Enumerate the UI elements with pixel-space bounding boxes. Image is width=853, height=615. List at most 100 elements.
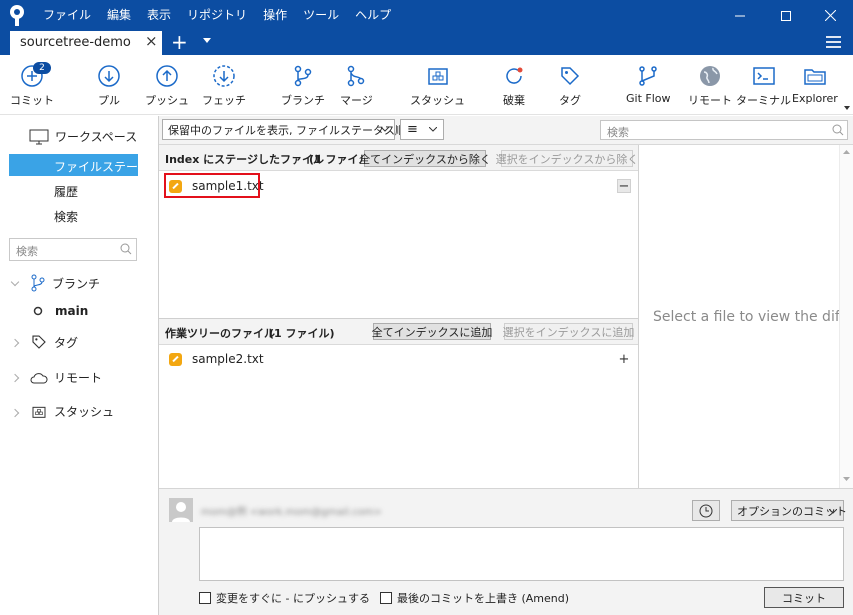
stage-selected-button[interactable]: 選択をインデックスに追加	[503, 323, 634, 340]
sidebar-search-input[interactable]: 検索	[9, 238, 137, 261]
tab-close-icon[interactable]: ×	[145, 32, 158, 50]
cloud-icon	[30, 372, 48, 383]
sidebar-tags[interactable]: タグ	[30, 333, 78, 351]
push-now-checkbox[interactable]: 変更をすぐに - にプッシュする	[199, 590, 370, 606]
stash-icon	[427, 68, 448, 85]
menu-edit[interactable]: 編集	[99, 0, 139, 31]
checkbox-icon	[199, 592, 211, 604]
tab-dropdown-icon[interactable]	[203, 38, 211, 43]
commit-submit-button[interactable]: コミット	[764, 587, 844, 608]
commit-count-badge: 2	[33, 62, 51, 74]
user-icon	[172, 502, 190, 522]
toolbar: コミット プル プッシュ フェッチ ブランチ マージ スタッシュ 破棄 タグ G…	[0, 55, 853, 115]
gitflow-icon	[639, 66, 657, 86]
commit-author: mom@例 <work.mom@gmail.com>	[201, 507, 382, 518]
sidebar-branches[interactable]: ブランチ	[30, 274, 100, 292]
sidebar-workspace: ワークスペース	[29, 128, 137, 145]
menu-tools[interactable]: ツール	[295, 0, 347, 31]
fetch-button[interactable]: フェッチ	[202, 64, 246, 108]
chevron-down-icon	[829, 509, 837, 514]
file-search-input[interactable]: 検索	[600, 120, 848, 140]
file-filter-dropdown[interactable]: 保留中のファイルを表示, ファイルステータス順	[162, 119, 406, 140]
stash-icon	[32, 406, 46, 418]
sidebar-item-file-status[interactable]: ファイルステータス	[54, 158, 162, 175]
close-window-button[interactable]	[807, 0, 853, 31]
annotation-highlight-box	[164, 173, 260, 198]
minimize-icon	[735, 15, 745, 16]
scroll-down-icon[interactable]	[843, 477, 850, 482]
new-tab-button[interactable]: +	[171, 30, 188, 54]
pull-button[interactable]: プル	[97, 64, 121, 108]
sidebar	[0, 116, 158, 615]
sidebar-stashes[interactable]: スタッシュ	[30, 403, 114, 420]
stage-file-button[interactable]: +	[617, 352, 631, 366]
chevron-down-icon	[429, 127, 437, 132]
list-view-dropdown[interactable]: ≡	[400, 119, 444, 140]
search-icon	[120, 243, 132, 255]
chevron-down-icon	[381, 127, 389, 132]
amend-checkbox[interactable]: 最後のコミットを上書き (Amend)	[380, 590, 569, 606]
scroll-up-icon[interactable]	[843, 149, 850, 154]
merge-button[interactable]: マージ	[340, 64, 373, 108]
list-icon: ≡	[407, 122, 418, 137]
history-button[interactable]	[692, 500, 720, 521]
diff-placeholder: Select a file to view the diff	[653, 309, 845, 325]
commit-message-input[interactable]	[199, 527, 844, 581]
unstage-selected-button[interactable]: 選択をインデックスから除く	[496, 150, 638, 167]
tag-button[interactable]: タグ	[558, 64, 582, 108]
unstaged-file-list	[159, 345, 638, 488]
explorer-button[interactable]: Explorer	[792, 64, 838, 105]
discard-button[interactable]: 破棄	[502, 64, 526, 108]
menu-repository[interactable]: リポジトリ	[179, 0, 255, 31]
menu-actions[interactable]: 操作	[255, 0, 295, 31]
monitor-icon	[29, 129, 49, 144]
globe-icon	[700, 66, 720, 86]
sidebar-item-history[interactable]: 履歴	[54, 183, 78, 200]
arrow-down-circle-icon	[98, 65, 120, 87]
toolbar-overflow-icon[interactable]	[844, 106, 850, 110]
gitflow-button[interactable]: Git Flow	[626, 64, 671, 105]
menu-bar: ファイル 編集 表示 リポジトリ 操作 ツール ヘルプ	[35, 0, 399, 31]
merge-icon	[348, 65, 365, 87]
close-icon	[824, 10, 836, 21]
hamburger-menu-icon[interactable]	[826, 36, 841, 49]
repo-tab[interactable]: sourcetree-demo ×	[10, 31, 162, 55]
stage-all-button[interactable]: 全てインデックスに追加	[372, 323, 492, 340]
terminal-icon	[752, 67, 775, 85]
menu-file[interactable]: ファイル	[35, 0, 99, 31]
sidebar-item-search[interactable]: 検索	[54, 208, 78, 225]
list-item[interactable]: sample2.txt	[169, 352, 264, 366]
discard-icon	[506, 67, 523, 84]
pencil-icon	[169, 352, 182, 366]
diff-panel: Select a file to view the diff	[638, 145, 853, 488]
unstage-file-button[interactable]: −	[617, 179, 631, 193]
unstaged-count: (1 ファイル)	[269, 327, 335, 340]
terminal-button[interactable]: ターミナル	[736, 64, 791, 108]
maximize-icon	[781, 10, 791, 21]
sidebar-branch-main[interactable]: main	[33, 304, 88, 318]
branch-icon	[31, 274, 45, 292]
tag-icon	[32, 335, 46, 349]
push-button[interactable]: プッシュ	[145, 64, 189, 108]
commit-options-dropdown[interactable]: オプションのコミット	[731, 500, 847, 521]
minimize-button[interactable]	[717, 0, 763, 31]
remote-button[interactable]: リモート	[688, 64, 732, 108]
avatar	[169, 498, 193, 522]
menu-view[interactable]: 表示	[139, 0, 179, 31]
repo-tab-label: sourcetree-demo	[20, 35, 131, 50]
fetch-icon	[213, 65, 235, 87]
unstaged-title: 作業ツリーのファイル	[165, 327, 275, 340]
tag-icon	[561, 67, 580, 86]
unstage-all-button[interactable]: 全てインデックスから除く	[359, 150, 491, 167]
diff-scrollbar[interactable]	[839, 145, 853, 488]
branch-icon	[294, 65, 312, 87]
clock-icon	[699, 504, 713, 517]
sourcetree-logo-icon	[10, 5, 24, 26]
maximize-button[interactable]	[763, 0, 809, 31]
sidebar-remotes[interactable]: リモート	[30, 369, 102, 386]
staged-title: Index にステージしたファイル	[165, 153, 324, 166]
checkbox-icon	[380, 592, 392, 604]
branch-button[interactable]: ブランチ	[281, 64, 325, 108]
stash-button[interactable]: スタッシュ	[410, 64, 465, 108]
menu-help[interactable]: ヘルプ	[347, 0, 399, 31]
